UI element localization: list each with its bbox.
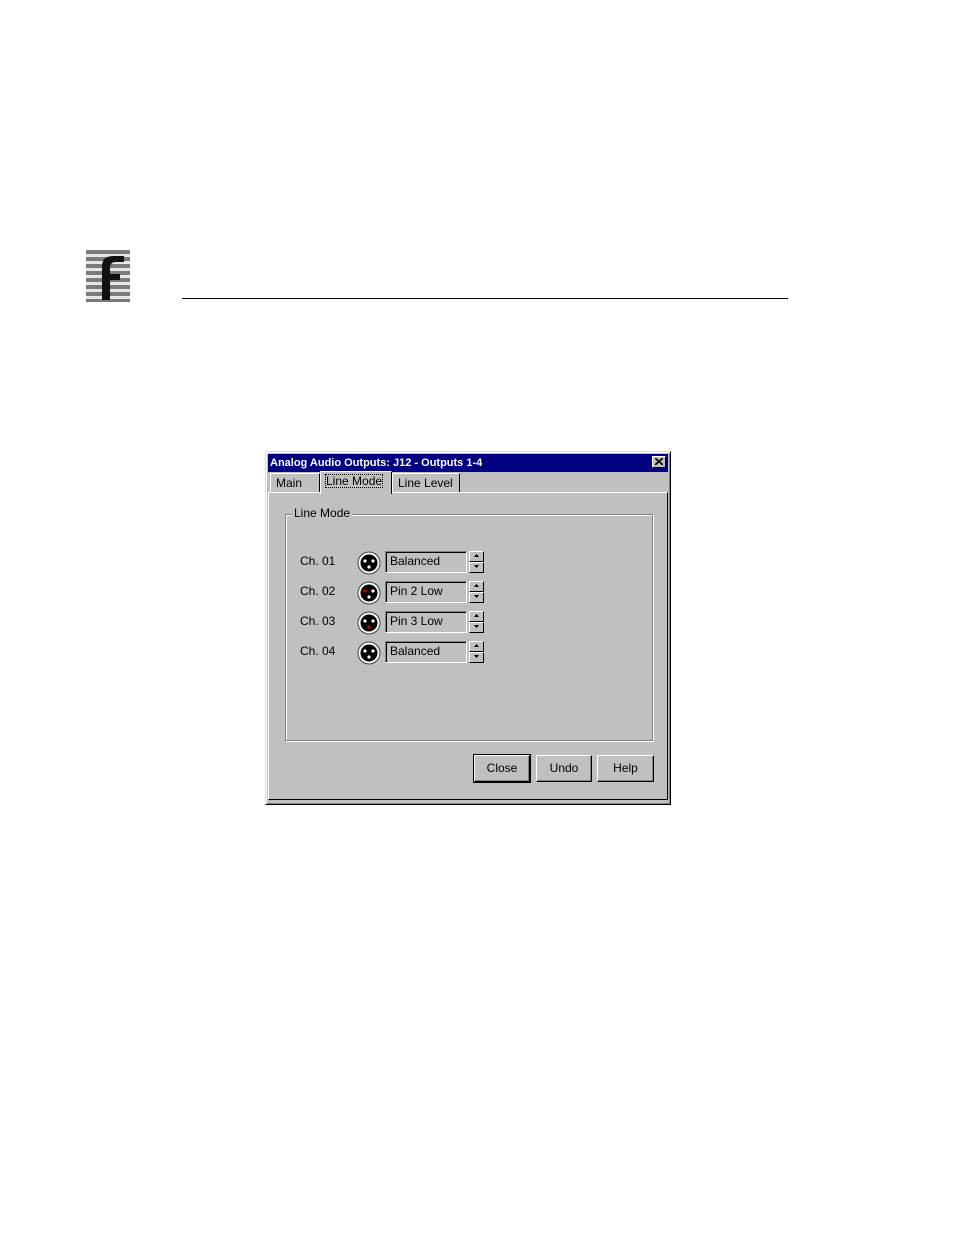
arrow-down-icon (474, 595, 479, 598)
header-rule (182, 298, 788, 299)
xlr-connector-icon (357, 611, 381, 635)
line-mode-field[interactable]: Pin 3 Low (385, 611, 467, 633)
tab-line-level[interactable]: Line Level (392, 473, 460, 492)
arrow-up-icon (474, 644, 479, 647)
arrow-down-icon (474, 625, 479, 628)
channel-label: Ch. 01 (300, 554, 336, 568)
arrow-up-icon (474, 554, 479, 557)
company-logo-icon (86, 250, 130, 302)
spin-down-button[interactable] (469, 562, 484, 573)
help-button[interactable]: Help (597, 755, 654, 782)
analog-audio-outputs-dialog: Analog Audio Outputs: J12 - Outputs 1-4 … (265, 451, 671, 805)
undo-button[interactable]: Undo (536, 755, 592, 782)
xlr-connector-icon (357, 641, 381, 665)
tab-line-mode[interactable]: Line Mode (320, 471, 392, 494)
channel-label: Ch. 03 (300, 614, 336, 628)
close-window-button[interactable] (652, 456, 666, 468)
tab-line-level-label: Line Level (398, 476, 453, 490)
spin-down-button[interactable] (469, 592, 484, 603)
spin-up-button[interactable] (469, 581, 484, 592)
spin-down-button[interactable] (469, 622, 484, 633)
spin-up-button[interactable] (469, 551, 484, 562)
spin-up-button[interactable] (469, 611, 484, 622)
line-mode-group-label: Line Mode (292, 506, 353, 520)
dialog-title: Analog Audio Outputs: J12 - Outputs 1-4 (270, 457, 483, 469)
line-mode-field[interactable]: Balanced (385, 641, 467, 663)
tab-line-mode-label: Line Mode (325, 474, 384, 488)
spin-down-button[interactable] (469, 652, 484, 663)
line-mode-field[interactable]: Pin 2 Low (385, 581, 467, 603)
tab-main-label: Main (276, 476, 303, 490)
tab-main[interactable]: Main (270, 473, 320, 492)
arrow-down-icon (474, 655, 479, 658)
line-mode-field[interactable]: Balanced (385, 551, 467, 573)
channel-label: Ch. 02 (300, 584, 336, 598)
arrow-up-icon (474, 584, 479, 587)
close-button[interactable]: Close (473, 754, 531, 783)
xlr-connector-icon (357, 581, 381, 605)
arrow-up-icon (474, 614, 479, 617)
close-icon (655, 458, 663, 465)
xlr-connector-icon (357, 551, 381, 575)
channel-label: Ch. 04 (300, 644, 336, 658)
arrow-down-icon (474, 565, 479, 568)
spin-up-button[interactable] (469, 641, 484, 652)
dialog-titlebar[interactable]: Analog Audio Outputs: J12 - Outputs 1-4 (268, 454, 668, 472)
